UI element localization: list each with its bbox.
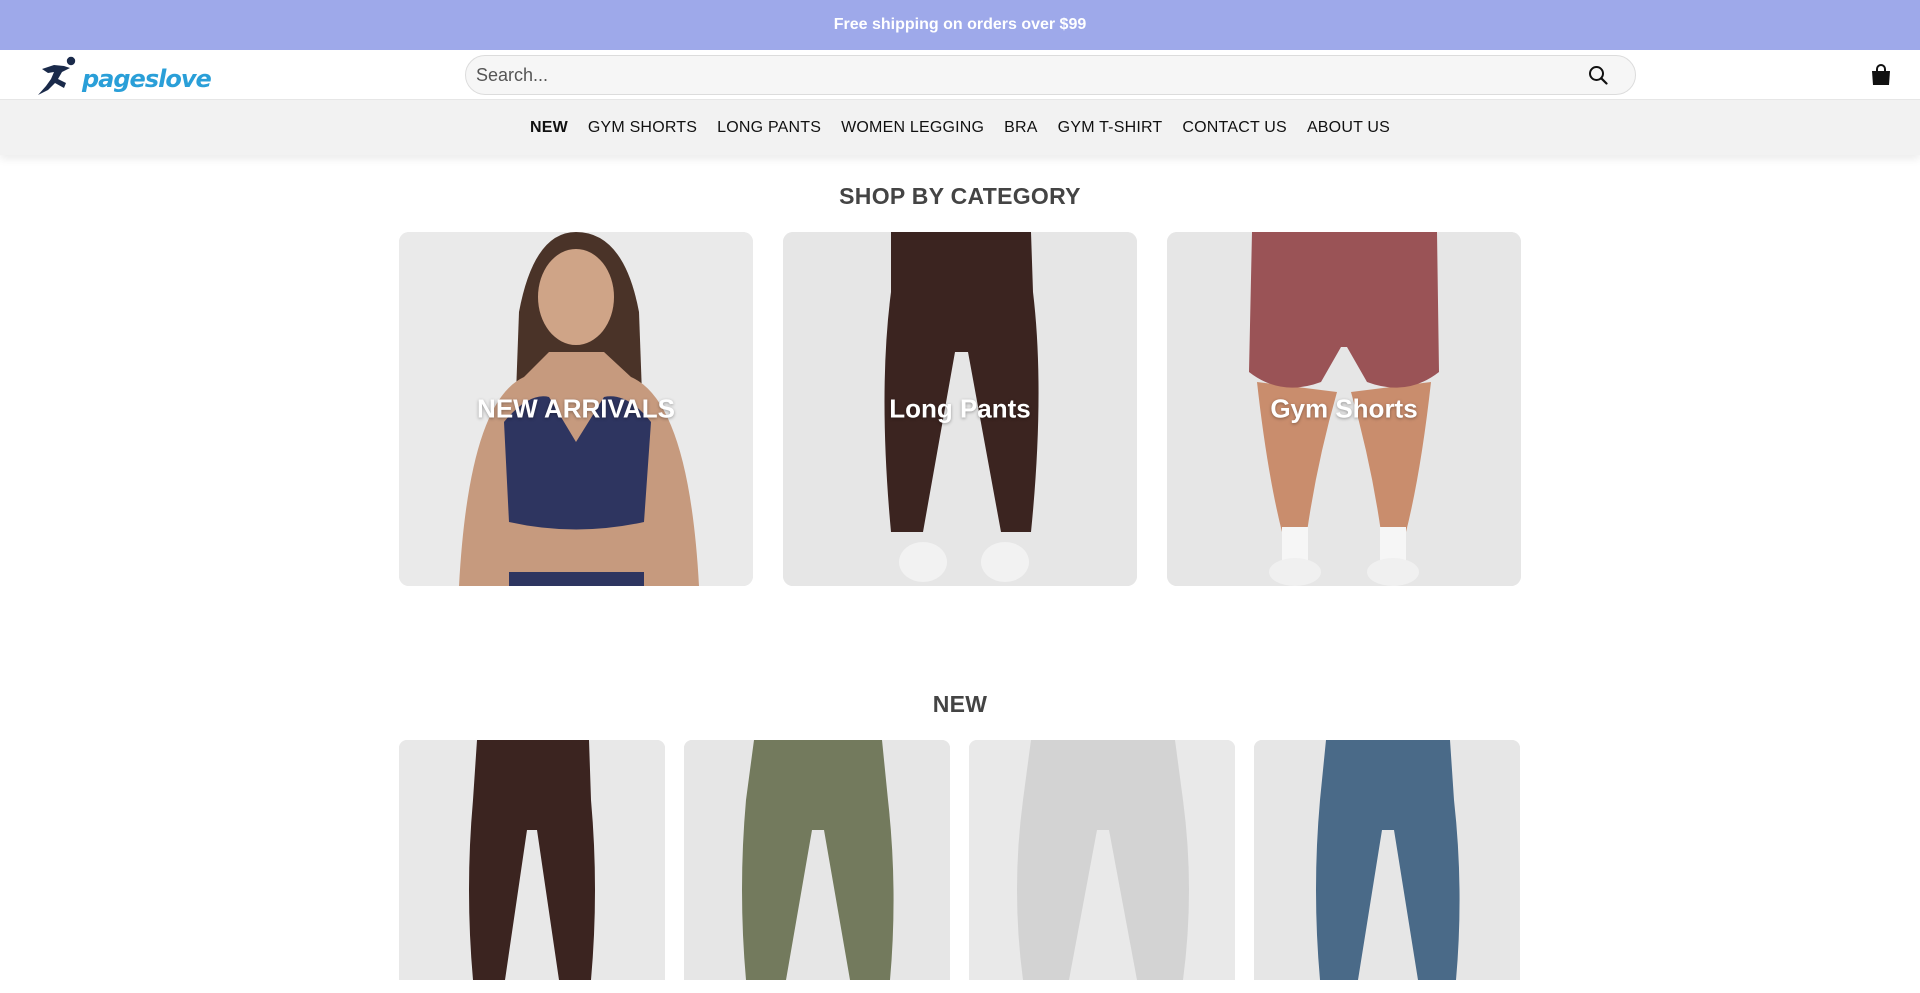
category-card-gym-shorts[interactable]: Gym Shorts xyxy=(1167,232,1521,586)
search-icon xyxy=(1589,66,1608,85)
new-section-title: NEW xyxy=(932,691,988,717)
product-image xyxy=(969,740,1235,980)
product-card[interactable] xyxy=(399,740,665,980)
nav-item-long-pants[interactable]: LONG PANTS xyxy=(707,119,831,137)
search-button[interactable] xyxy=(1581,58,1615,92)
product-image xyxy=(399,740,665,980)
category-card-new-arrivals[interactable]: NEW ARRIVALS xyxy=(399,232,753,586)
nav-item-new[interactable]: NEW xyxy=(520,119,578,137)
category-grid: NEW ARRIVALS Long Pants Gym Shorts xyxy=(399,232,1521,586)
nav-item-gym-t-shirt[interactable]: GYM T-SHIRT xyxy=(1048,119,1173,137)
product-grid xyxy=(399,740,1521,980)
shopping-bag-icon xyxy=(1872,64,1890,85)
announcement-text: Free shipping on orders over $99 xyxy=(833,16,1087,33)
nav-item-about-us[interactable]: ABOUT US xyxy=(1297,119,1400,137)
product-image xyxy=(1254,740,1520,980)
category-label: Gym Shorts xyxy=(1270,393,1418,424)
cart-button[interactable] xyxy=(1868,62,1894,88)
nav-item-contact-us[interactable]: CONTACT US xyxy=(1172,119,1297,137)
product-card[interactable] xyxy=(969,740,1235,980)
nav-item-bra[interactable]: BRA xyxy=(994,119,1048,137)
site-header: pageslove xyxy=(0,50,1920,100)
product-image xyxy=(684,740,950,980)
nav-item-gym-shorts[interactable]: GYM SHORTS xyxy=(578,119,707,137)
logo-text: pageslove xyxy=(82,65,212,93)
runner-logo-icon xyxy=(38,56,76,95)
category-label: NEW ARRIVALS xyxy=(477,393,675,424)
search-input[interactable] xyxy=(476,64,1581,86)
category-label: Long Pants xyxy=(889,393,1031,424)
nav-item-women-legging[interactable]: WOMEN LEGGING xyxy=(831,119,994,137)
category-card-long-pants[interactable]: Long Pants xyxy=(783,232,1137,586)
announcement-bar: Free shipping on orders over $99 xyxy=(0,0,1920,50)
product-card[interactable] xyxy=(684,740,950,980)
search-bar xyxy=(465,55,1636,95)
main-nav: NEW GYM SHORTS LONG PANTS WOMEN LEGGING … xyxy=(0,100,1920,155)
logo[interactable]: pageslove xyxy=(34,55,212,97)
shop-by-category-title: SHOP BY CATEGORY xyxy=(839,183,1081,209)
product-card[interactable] xyxy=(1254,740,1520,980)
